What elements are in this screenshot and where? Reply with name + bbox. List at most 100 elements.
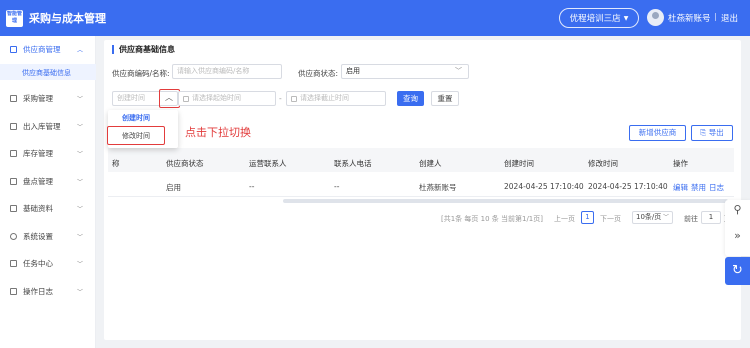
col-header-status: 供应商状态 <box>166 159 204 168</box>
sidebar-item-basic-data[interactable]: 基础资料 ﹀ <box>0 201 96 215</box>
store-selector[interactable]: 优程培训三店 ▼ <box>559 8 639 28</box>
calendar-icon <box>183 96 189 102</box>
table-horizontal-scrollbar[interactable] <box>283 199 728 203</box>
goto-label: 前往 <box>684 215 698 223</box>
link-icon[interactable]: ⚲ <box>725 203 750 229</box>
goto-page-input[interactable]: 1 <box>701 211 721 224</box>
next-page-button[interactable]: 下一页 <box>600 214 621 224</box>
chevron-up-icon: ︿ <box>165 93 173 102</box>
chevron-down-icon: ﹀ <box>455 67 462 75</box>
col-header-contact: 运营联系人 <box>249 159 287 168</box>
page-title: 供应商基础信息 <box>112 45 175 54</box>
add-supplier-button[interactable]: 新增供应商 <box>629 125 686 141</box>
col-header-modified: 修改时间 <box>588 159 618 168</box>
inventory-icon <box>10 149 17 157</box>
sidebar-item-stocktake[interactable]: 盘点管理 ﹀ <box>0 174 96 188</box>
stocktake-icon <box>10 177 17 185</box>
store-selector-label: 优程培训三店 <box>569 14 621 24</box>
top-header: 智能管理 采购与成本管理 优程培训三店 ▼ 杜燕新账号 | 退出 <box>0 0 750 36</box>
col-header-created: 创建时间 <box>504 159 534 168</box>
cell-status: 启用 <box>166 183 181 192</box>
sidebar-item-logs[interactable]: 操作日志 ﹀ <box>0 284 96 298</box>
sidebar-item-label: 任务中心 <box>23 258 53 268</box>
sidebar <box>0 36 96 348</box>
cell-modified: 2024-04-25 17:10:40 <box>588 182 668 191</box>
page-number-current[interactable]: 1 <box>581 211 594 224</box>
cell-creator: 杜燕新账号 <box>419 183 457 192</box>
chevron-down-icon: ﹀ <box>662 214 669 221</box>
supplier-status-label: 供应商状态: <box>298 69 339 78</box>
sidebar-item-label: 盘点管理 <box>23 176 53 186</box>
time-type-placeholder: 创建时间 <box>117 94 145 102</box>
row-divider <box>108 196 734 197</box>
sidebar-item-label: 出入库管理 <box>23 121 61 131</box>
header-separator: | <box>714 12 717 21</box>
start-time-placeholder: 请选择起始时间 <box>192 94 241 102</box>
prev-page-button[interactable]: 上一页 <box>554 214 575 224</box>
range-separator: - <box>279 94 282 103</box>
supplier-code-placeholder: 请输入供应商编码/名称 <box>177 67 250 75</box>
sidebar-subitem-supplier-info[interactable]: 供应商基础信息 <box>0 64 96 80</box>
reset-button[interactable]: 重置 <box>431 91 459 106</box>
chevron-down-icon: ﹀ <box>77 178 84 186</box>
double-chevron-right-icon[interactable]: » <box>725 229 750 255</box>
sidebar-item-inventory[interactable]: 库存管理 ﹀ <box>0 146 96 160</box>
sidebar-item-inout[interactable]: 出入库管理 ﹀ <box>0 119 96 133</box>
cell-created: 2024-04-25 17:10:40 <box>504 182 584 191</box>
chevron-down-icon: ﹀ <box>77 233 84 241</box>
refresh-icon[interactable]: ↻ <box>725 257 750 285</box>
chevron-down-icon: ﹀ <box>77 288 84 296</box>
page-size-value: 10条/页 <box>636 213 662 221</box>
logout-link[interactable]: 退出 <box>721 12 738 24</box>
log-link[interactable]: 日志 <box>709 182 724 193</box>
cart-icon <box>10 94 17 102</box>
warehouse-icon <box>10 122 17 130</box>
user-name[interactable]: 杜燕新账号 <box>668 12 711 24</box>
sidebar-item-tasks[interactable]: 任务中心 ﹀ <box>0 256 96 270</box>
supplier-code-input[interactable]: 请输入供应商编码/名称 <box>172 64 282 79</box>
app-title: 采购与成本管理 <box>29 12 106 25</box>
avatar[interactable] <box>647 9 664 26</box>
sidebar-item-purchase[interactable]: 采购管理 ﹀ <box>0 91 96 105</box>
query-button[interactable]: 查询 <box>397 91 424 106</box>
dropdown-option-created[interactable]: 创建时间 <box>108 112 178 125</box>
time-type-arrow-highlight[interactable]: ︿ <box>159 89 180 108</box>
task-icon <box>10 259 17 267</box>
pagination-summary: [共1条 每页 10 条 当前第1/1页] <box>441 215 543 223</box>
chevron-down-icon: ﹀ <box>77 205 84 213</box>
col-header-name: 称 <box>112 159 120 168</box>
caret-down-icon: ▼ <box>623 14 629 22</box>
app-logo: 智能管理 <box>6 9 23 27</box>
disable-link[interactable]: 禁用 <box>691 182 706 193</box>
cell-phone: -- <box>334 182 340 191</box>
supplier-status-select[interactable]: 启用 ﹀ <box>341 64 469 79</box>
supplier-code-label: 供应商编码/名称: <box>112 69 170 78</box>
end-time-placeholder: 请选择截止时间 <box>300 94 349 102</box>
log-icon <box>10 287 17 295</box>
supplier-icon <box>10 45 17 53</box>
start-time-input[interactable]: 请选择起始时间 <box>178 91 276 106</box>
chevron-down-icon: ﹀ <box>77 150 84 158</box>
sidebar-item-supplier[interactable]: 供应商管理 ︿ <box>0 42 96 56</box>
calendar-icon <box>291 96 297 102</box>
sidebar-item-label: 供应商管理 <box>23 44 61 54</box>
dropdown-option-modified-highlight[interactable]: 修改时间 <box>107 126 165 145</box>
export-button[interactable]: ⎘ 导出 <box>691 125 733 141</box>
gear-icon <box>10 232 17 240</box>
sidebar-item-label: 库存管理 <box>23 148 53 158</box>
supplier-status-value: 启用 <box>346 67 360 75</box>
col-header-phone: 联系人电话 <box>334 159 372 168</box>
sidebar-item-label: 操作日志 <box>23 286 53 296</box>
end-time-input[interactable]: 请选择截止时间 <box>286 91 386 106</box>
chevron-down-icon: ﹀ <box>77 260 84 268</box>
sidebar-subitem-label: 供应商基础信息 <box>22 69 71 77</box>
sidebar-item-label: 基础资料 <box>23 203 53 213</box>
sidebar-item-label: 系统设置 <box>23 231 53 241</box>
export-icon: ⎘ <box>700 128 707 137</box>
col-header-creator: 创建人 <box>419 159 442 168</box>
annotation-text: 点击下拉切换 <box>185 126 251 139</box>
sidebar-item-settings[interactable]: 系统设置 ﹀ <box>0 229 96 243</box>
edit-link[interactable]: 编辑 <box>673 182 688 193</box>
page-size-select[interactable]: 10条/页 ﹀ <box>632 211 673 224</box>
sidebar-item-label: 采购管理 <box>23 93 53 103</box>
